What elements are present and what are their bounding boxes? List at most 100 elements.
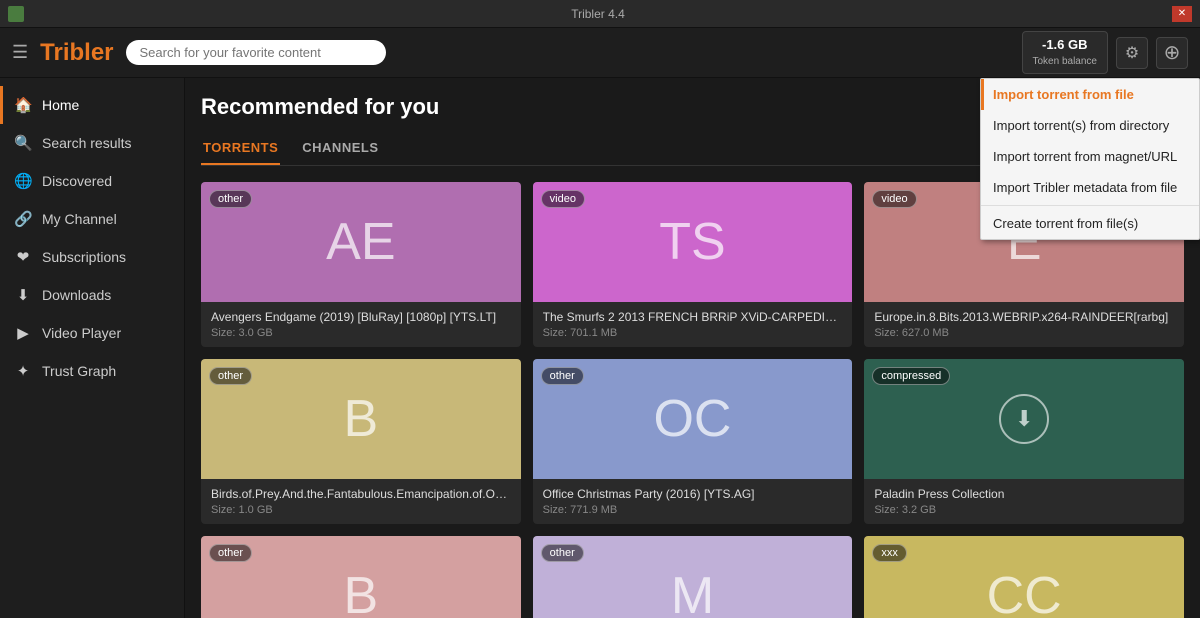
tab-torrents[interactable]: TORRENTS xyxy=(201,134,280,165)
card-size: Size: 3.0 GB xyxy=(211,327,511,339)
sidebar-item-mychannel[interactable]: 🔗 My Channel xyxy=(0,200,184,238)
card-thumbnail: other AE xyxy=(201,182,521,302)
card-body: Birds.of.Prey.And.the.Fantabulous.Emanci… xyxy=(201,479,521,524)
content-card-card-8[interactable]: other M Midway (2019) [1080p] [BluRay] [… xyxy=(533,536,853,618)
content-card-card-2[interactable]: video TS The Smurfs 2 2013 FRENCH BRRiP … xyxy=(533,182,853,347)
settings-button[interactable]: ⚙ xyxy=(1116,37,1148,69)
card-title: Birds.of.Prey.And.the.Fantabulous.Emanci… xyxy=(211,487,511,501)
sidebar-item-home[interactable]: 🏠 Home xyxy=(0,86,184,124)
sidebar-label-subscriptions: Subscriptions xyxy=(42,249,126,265)
card-thumbnail: other B xyxy=(201,359,521,479)
card-body: Paladin Press Collection Size: 3.2 GB xyxy=(864,479,1184,524)
card-thumbnail: other B xyxy=(201,536,521,618)
thumb-letter: B xyxy=(343,566,378,618)
content-card-card-1[interactable]: other AE Avengers Endgame (2019) [BluRay… xyxy=(201,182,521,347)
trustgraph-icon: ✦ xyxy=(14,362,32,380)
card-body: Europe.in.8.Bits.2013.WEBRIP.x264-RAINDE… xyxy=(864,302,1184,347)
thumb-letter: B xyxy=(343,389,378,449)
downloads-icon: ⬇ xyxy=(14,286,32,304)
sidebar-label-discovered: Discovered xyxy=(42,173,112,189)
card-badge: other xyxy=(209,367,252,385)
download-icon: ⬇ xyxy=(999,394,1049,444)
card-title: Avengers Endgame (2019) [BluRay] [1080p]… xyxy=(211,310,511,324)
content-card-card-9[interactable]: xxx CC Cute Chinese girls likes taking n… xyxy=(864,536,1184,618)
card-size: Size: 627.0 MB xyxy=(874,327,1174,339)
sidebar-item-subscriptions[interactable]: ❤ Subscriptions xyxy=(0,238,184,276)
card-badge: compressed xyxy=(872,367,950,385)
thumb-letter: OC xyxy=(653,389,731,449)
token-label: Token balance xyxy=(1033,55,1098,69)
add-button[interactable]: ⊕ xyxy=(1156,37,1188,69)
search-input[interactable] xyxy=(126,40,386,65)
main-content: Recommended for you TORRENTSCHANNELS oth… xyxy=(185,78,1200,618)
sidebar-item-discovered[interactable]: 🌐 Discovered xyxy=(0,162,184,200)
header-right: -1.6 GB Token balance ⚙ ⊕ xyxy=(1022,31,1189,73)
card-body: Avengers Endgame (2019) [BluRay] [1080p]… xyxy=(201,302,521,347)
dropdown-item-create-torrent[interactable]: Create torrent from file(s) xyxy=(981,208,1199,239)
sidebar-item-search[interactable]: 🔍 Search results xyxy=(0,124,184,162)
card-thumbnail: xxx CC xyxy=(864,536,1184,618)
card-badge: video xyxy=(541,190,585,208)
thumb-letter: AE xyxy=(326,212,395,272)
sidebar-label-home: Home xyxy=(42,97,79,113)
card-body: Office Christmas Party (2016) [YTS.AG] S… xyxy=(533,479,853,524)
card-badge: other xyxy=(541,544,584,562)
subscriptions-icon: ❤ xyxy=(14,248,32,266)
app-body: 🏠 Home 🔍 Search results 🌐 Discovered 🔗 My Chann… xyxy=(0,78,1200,618)
titlebar-title: Tribler 4.4 xyxy=(24,7,1172,21)
sidebar: 🏠 Home 🔍 Search results 🌐 Discovered 🔗 My Chann… xyxy=(0,78,185,618)
sidebar-label-search: Search results xyxy=(42,135,131,151)
close-button[interactable]: ✕ xyxy=(1172,6,1192,22)
dropdown-item-import-magnet[interactable]: Import torrent from magnet/URL xyxy=(981,141,1199,172)
sidebar-item-downloads[interactable]: ⬇ Downloads xyxy=(0,276,184,314)
discovered-icon: 🌐 xyxy=(14,172,32,190)
sidebar-label-trustgraph: Trust Graph xyxy=(42,363,116,379)
dropdown-item-import-metadata[interactable]: Import Tribler metadata from file xyxy=(981,172,1199,203)
tab-channels[interactable]: CHANNELS xyxy=(300,134,380,165)
content-card-card-7[interactable]: other B Bloodshot (2020) [1080p] [BluRay… xyxy=(201,536,521,618)
dropdown-menu: Import torrent from fileImport torrent(s… xyxy=(980,78,1200,240)
card-title: Paladin Press Collection xyxy=(874,487,1174,501)
sidebar-label-videoplayer: Video Player xyxy=(42,325,121,341)
card-size: Size: 771.9 MB xyxy=(543,504,843,516)
card-badge: other xyxy=(209,544,252,562)
token-amount: -1.6 GB xyxy=(1033,36,1098,54)
titlebar: Tribler 4.4 ✕ xyxy=(0,0,1200,28)
search-icon: 🔍 xyxy=(14,134,32,152)
card-badge: video xyxy=(872,190,916,208)
dropdown-item-import-dir[interactable]: Import torrent(s) from directory xyxy=(981,110,1199,141)
home-icon: 🏠 xyxy=(14,96,32,114)
sidebar-item-trustgraph[interactable]: ✦ Trust Graph xyxy=(0,352,184,390)
content-card-card-5[interactable]: other OC Office Christmas Party (2016) [… xyxy=(533,359,853,524)
thumb-letter: CC xyxy=(987,566,1062,618)
videoplayer-icon: ▶ xyxy=(14,324,32,342)
content-grid: other AE Avengers Endgame (2019) [BluRay… xyxy=(201,182,1184,618)
dropdown-divider xyxy=(981,205,1199,206)
content-card-card-6[interactable]: compressed ⬇ Paladin Press Collection Si… xyxy=(864,359,1184,524)
card-badge: other xyxy=(209,190,252,208)
mychannel-icon: 🔗 xyxy=(14,210,32,228)
card-badge: xxx xyxy=(872,544,907,562)
hamburger-icon[interactable]: ☰ xyxy=(12,42,28,63)
card-title: The Smurfs 2 2013 FRENCH BRRiP XViD-CARP… xyxy=(543,310,843,324)
card-title: Europe.in.8.Bits.2013.WEBRIP.x264-RAINDE… xyxy=(874,310,1174,324)
card-body: The Smurfs 2 2013 FRENCH BRRiP XViD-CARP… xyxy=(533,302,853,347)
sidebar-label-mychannel: My Channel xyxy=(42,211,117,227)
card-badge: other xyxy=(541,367,584,385)
card-size: Size: 3.2 GB xyxy=(874,504,1174,516)
app-icon xyxy=(8,6,24,22)
card-thumbnail: video TS xyxy=(533,182,853,302)
dropdown-item-import-file[interactable]: Import torrent from file xyxy=(981,79,1199,110)
thumb-letter: TS xyxy=(659,212,725,272)
card-size: Size: 701.1 MB xyxy=(543,327,843,339)
thumb-letter: M xyxy=(671,566,714,618)
sidebar-label-downloads: Downloads xyxy=(42,287,111,303)
card-thumbnail: compressed ⬇ xyxy=(864,359,1184,479)
card-thumbnail: other OC xyxy=(533,359,853,479)
content-card-card-4[interactable]: other B Birds.of.Prey.And.the.Fantabulou… xyxy=(201,359,521,524)
window-controls: ✕ xyxy=(1172,6,1192,22)
card-size: Size: 1.0 GB xyxy=(211,504,511,516)
logo: Tribler xyxy=(40,39,113,67)
card-thumbnail: other M xyxy=(533,536,853,618)
sidebar-item-videoplayer[interactable]: ▶ Video Player xyxy=(0,314,184,352)
